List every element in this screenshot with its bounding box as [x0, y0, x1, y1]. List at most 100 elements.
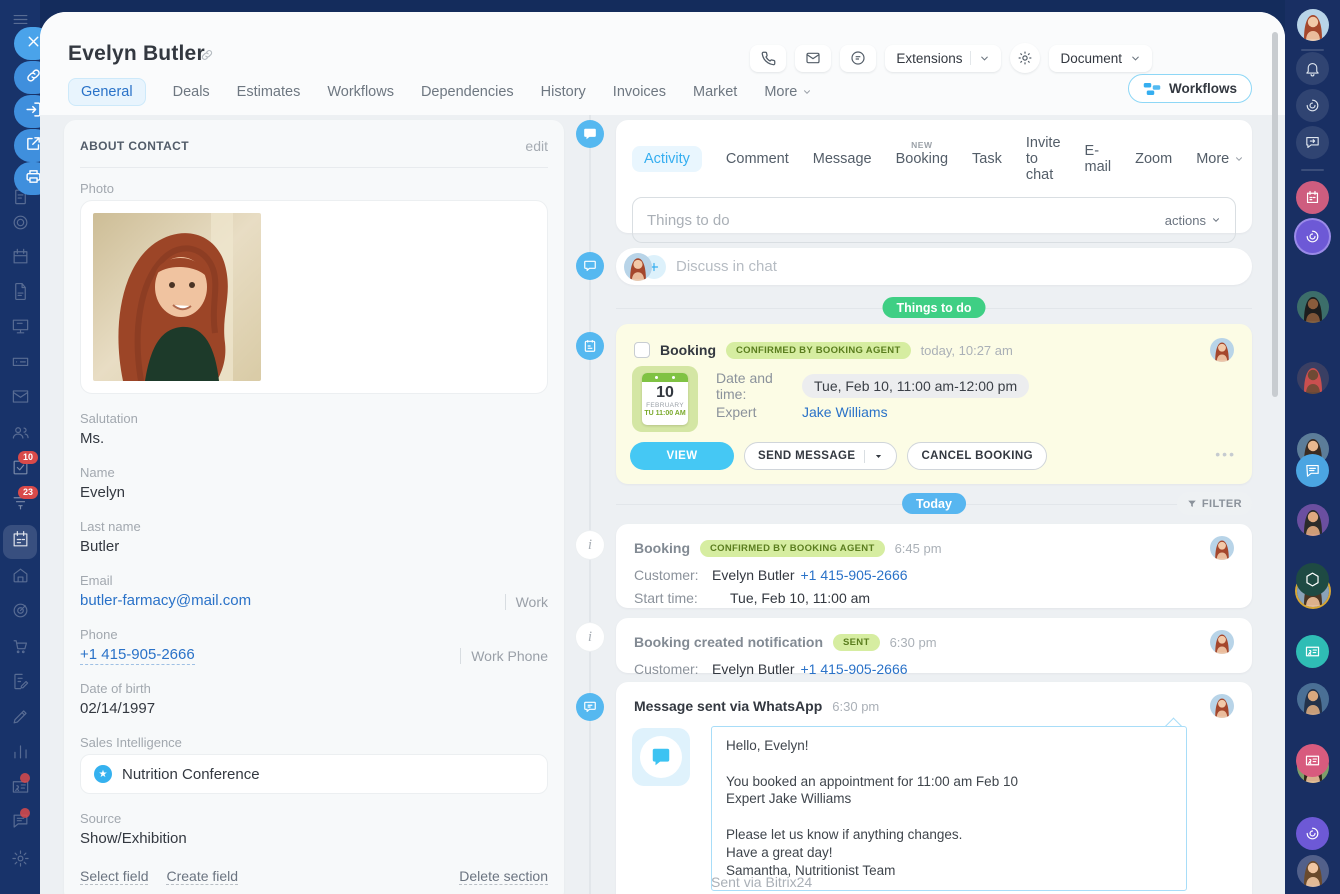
tab-market[interactable]: Market: [693, 78, 737, 106]
tab-workflows[interactable]: Workflows: [327, 78, 394, 106]
group-chat-icon[interactable]: [1296, 454, 1329, 487]
calendar-icon: [11, 247, 30, 271]
booking-bot-icon[interactable]: [1296, 181, 1329, 214]
sidebar-item-target[interactable]: [8, 601, 32, 625]
more-tab-label: More: [764, 84, 797, 100]
left-sidebar: 1023: [0, 0, 40, 894]
sidebar-item-home[interactable]: [8, 566, 32, 590]
things-to-do-pill[interactable]: Things to do: [883, 297, 986, 318]
extensions-dropdown[interactable]: Extensions: [885, 45, 1001, 72]
edit-about-link[interactable]: edit: [525, 138, 548, 154]
booking-log-entry[interactable]: Booking CONFIRMED BY BOOKING AGENT 6:45 …: [616, 524, 1252, 608]
customer-phone-link[interactable]: +1 415-905-2666: [800, 661, 907, 677]
composer-tab-more[interactable]: More: [1196, 151, 1244, 167]
composer-tab-e-mail[interactable]: E-mail: [1085, 143, 1112, 175]
tab-invoices[interactable]: Invoices: [613, 78, 666, 106]
customer-label: Customer:: [634, 567, 712, 583]
tab-dependencies[interactable]: Dependencies: [421, 78, 514, 106]
copilot-chat-icon[interactable]: [1296, 220, 1329, 253]
expert-link[interactable]: Jake Williams: [802, 404, 888, 420]
chat-avatar[interactable]: [1297, 855, 1329, 887]
whatsapp-message-card: Message sent via WhatsApp 6:30 pm Hello,…: [616, 682, 1252, 894]
sidebar-item-ring[interactable]: [8, 213, 32, 237]
chat-avatar[interactable]: [1297, 291, 1329, 323]
sidebar-item-docpen[interactable]: [8, 672, 32, 696]
sidebar-item-chart[interactable]: [8, 742, 32, 766]
chat-button[interactable]: [840, 45, 876, 72]
settings-button[interactable]: [1010, 43, 1040, 73]
composer-tab-booking[interactable]: BookingNEW: [896, 151, 948, 167]
company-logo[interactable]: [1296, 563, 1329, 596]
things-to-do-input[interactable]: Things to do actions: [632, 197, 1236, 243]
actions-dropdown[interactable]: actions: [1165, 213, 1221, 228]
delete-section-link[interactable]: Delete section: [459, 868, 548, 885]
create-field-link[interactable]: Create field: [166, 868, 238, 885]
select-field-link[interactable]: Select field: [80, 868, 148, 885]
contact-photo-card[interactable]: [80, 200, 548, 394]
composer-tab-task[interactable]: Task: [972, 151, 1002, 167]
tab-deals[interactable]: Deals: [173, 78, 210, 106]
tab-estimates[interactable]: Estimates: [237, 78, 301, 106]
cancel-booking-label: CANCEL BOOKING: [921, 450, 1032, 462]
discuss-in-chat-bar[interactable]: Discuss in chat: [616, 248, 1252, 285]
customer-phone-link[interactable]: +1 415-905-2666: [800, 567, 907, 583]
sidebar-item-file[interactable]: [8, 282, 32, 306]
chat-avatar[interactable]: [1297, 683, 1329, 715]
things-to-do-separator: Things to do: [616, 297, 1252, 319]
contact-card-icon[interactable]: [1296, 635, 1329, 668]
chat-avatar[interactable]: [1297, 504, 1329, 536]
sidebar-item-board[interactable]: [8, 317, 32, 341]
call-button[interactable]: [750, 45, 786, 72]
email-button[interactable]: [795, 45, 831, 72]
bell-icon[interactable]: [1296, 52, 1329, 85]
sidebar-item-funnel[interactable]: 23: [8, 493, 32, 517]
sidebar-item-mail[interactable]: [8, 387, 32, 411]
tab-more[interactable]: More: [764, 84, 812, 100]
contact-card-icon[interactable]: [1296, 744, 1329, 777]
composer-tab-message[interactable]: Message: [813, 151, 872, 167]
composer-tab-activity[interactable]: Activity: [632, 146, 702, 172]
sidebar-item-people[interactable]: [8, 423, 32, 447]
cart-icon: [11, 636, 30, 660]
field-value[interactable]: +1 415-905-2666: [80, 646, 195, 665]
today-pill[interactable]: Today: [902, 493, 966, 514]
document-dropdown[interactable]: Document: [1049, 45, 1152, 72]
tab-general[interactable]: General: [68, 78, 146, 106]
copilot-icon[interactable]: [1296, 89, 1329, 122]
sidebar-item-booking-calendar[interactable]: [3, 525, 37, 559]
view-button[interactable]: VIEW: [630, 442, 734, 470]
chat-avatar[interactable]: [1297, 362, 1329, 394]
chat-exchange-icon[interactable]: [1296, 126, 1329, 159]
customer-label: Customer:: [634, 661, 712, 677]
sidebar-item-chatline[interactable]: [8, 812, 32, 836]
tab-history[interactable]: History: [541, 78, 586, 106]
sidebar-item-idcard[interactable]: [8, 777, 32, 801]
profile-avatar[interactable]: [1297, 9, 1329, 41]
scrollbar[interactable]: [1272, 32, 1278, 397]
send-message-label: SEND MESSAGE: [758, 450, 855, 462]
composer-tab-zoom[interactable]: Zoom: [1135, 151, 1172, 167]
field-value[interactable]: butler-farmacy@mail.com: [80, 592, 251, 609]
send-message-button[interactable]: SEND MESSAGE: [744, 442, 897, 470]
composer-tab-invite-to-chat[interactable]: Invite to chat: [1026, 135, 1061, 183]
sidebar-item-cart[interactable]: [8, 636, 32, 660]
contact-tabs: General Deals Estimates Workflows Dependenci…: [68, 78, 812, 106]
sidebar-item-drive[interactable]: [8, 352, 32, 376]
cancel-booking-button[interactable]: CANCEL BOOKING: [907, 442, 1046, 470]
copy-link-icon[interactable]: [200, 48, 214, 67]
notification-log-entry[interactable]: Booking created notification SENT 6:30 p…: [616, 618, 1252, 673]
close-icon: [25, 33, 42, 55]
sales-intelligence-card[interactable]: ★ Nutrition Conference: [80, 754, 548, 794]
sidebar-item-pencil[interactable]: [8, 707, 32, 731]
composer-tab-comment[interactable]: Comment: [726, 151, 789, 167]
sidebar-item-gear[interactable]: [8, 849, 32, 873]
composer-tabs: Activity Comment Message BookingNEW Task Invi…: [632, 135, 1236, 183]
booking-checkbox[interactable]: [634, 342, 650, 358]
copilot-chat-icon[interactable]: [1296, 817, 1329, 850]
timeline: i i ActivityCommentMessageBookingNEWTask…: [576, 115, 1252, 894]
filter-button[interactable]: FILTER: [1177, 492, 1252, 515]
sidebar-item-calendar[interactable]: [8, 247, 32, 271]
workflows-button[interactable]: Workflows: [1128, 74, 1252, 103]
more-options-icon[interactable]: •••: [1215, 446, 1236, 462]
sidebar-item-tasks[interactable]: 10: [8, 458, 32, 482]
